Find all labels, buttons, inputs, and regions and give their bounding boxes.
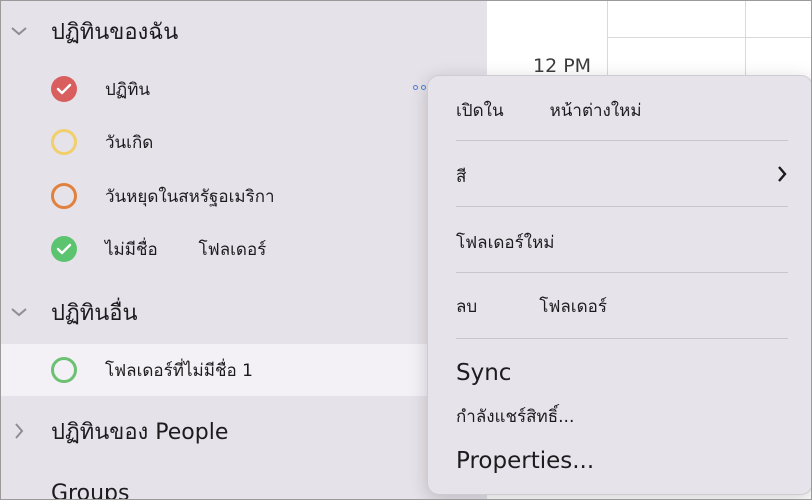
menu-item-label: โฟลเดอร์ใหม่ xyxy=(456,232,555,253)
calendar-label: วันหยุดในสหรัฐอเมริกา xyxy=(105,186,275,207)
section-title: ปฏิทินของ People xyxy=(51,419,229,445)
section-other-calendars[interactable]: ปฏิทินอื่น xyxy=(1,292,487,332)
menu-item-label: หน้าต่างใหม่ xyxy=(549,100,642,121)
menu-item-color[interactable]: สี xyxy=(456,162,788,190)
menu-item-properties[interactable]: Properties... xyxy=(456,444,788,478)
time-label: 12 PM xyxy=(533,55,592,77)
section-my-calendars[interactable]: ปฏิทินของฉัน xyxy=(1,11,487,51)
calendar-item-us-holidays[interactable]: วันหยุดในสหรัฐอเมริกา xyxy=(1,171,487,221)
menu-item-label: สี xyxy=(456,166,467,187)
section-groups[interactable]: Groups xyxy=(1,473,487,500)
menu-item-label: เปิดใน xyxy=(456,100,504,121)
menu-separator xyxy=(456,338,788,339)
chevron-right-icon[interactable] xyxy=(9,421,29,441)
menu-item-label: ลบ xyxy=(456,296,478,317)
calendar-label: วันเกิด xyxy=(105,132,154,153)
calendar-label: โฟลเดอร์ที่ไม่มีชื่อ 1 xyxy=(105,360,253,381)
calendar-item-untitled-folder-1[interactable]: โฟลเดอร์ที่ไม่มีชื่อ 1 xyxy=(1,344,487,396)
context-menu: เปิดใน หน้าต่างใหม่ สี โฟลเดอร์ใหม่ ลบ โ… xyxy=(427,75,811,495)
calendar-label: ไม่มีชื่อ โฟลเดอร์ xyxy=(105,236,266,263)
chevron-right-icon xyxy=(776,165,788,188)
calendar-sidebar: ปฏิทินของฉัน ปฏิทิน วันเกิด วันหยุดในสหร… xyxy=(1,1,487,499)
section-title: ปฏิทินของฉัน xyxy=(51,19,179,45)
calendar-checkbox[interactable] xyxy=(51,129,77,155)
menu-item-label: Sync xyxy=(456,360,512,386)
section-title: ปฏิทินอื่น xyxy=(51,300,138,326)
calendar-label-part: ไม่มีชื่อ xyxy=(105,239,158,260)
calendar-checkbox[interactable] xyxy=(51,357,77,383)
calendar-checkbox[interactable] xyxy=(51,236,77,262)
menu-item-label: โฟลเดอร์ xyxy=(539,296,607,317)
chevron-down-icon[interactable] xyxy=(9,21,29,41)
menu-item-new-folder[interactable]: โฟลเดอร์ใหม่ xyxy=(456,228,788,256)
grid-line xyxy=(607,37,811,38)
menu-separator xyxy=(456,206,788,207)
grid-line xyxy=(607,1,608,76)
grid-line xyxy=(745,1,746,76)
checkmark-icon xyxy=(56,83,72,95)
menu-item-sharing-permissions[interactable]: กำลังแชร์สิทธิ์... xyxy=(456,402,788,430)
calendar-item-untitled-folder[interactable]: ไม่มีชื่อ โฟลเดอร์ xyxy=(1,224,487,274)
menu-item-label: Properties... xyxy=(456,448,595,474)
calendar-item-birthdays[interactable]: วันเกิด xyxy=(1,117,487,167)
menu-item-open-in-new-window[interactable]: เปิดใน หน้าต่างใหม่ xyxy=(456,96,788,124)
menu-item-delete-folder[interactable]: ลบ โฟลเดอร์ xyxy=(456,292,788,320)
section-people-calendars[interactable]: ปฏิทินของ People xyxy=(1,411,487,451)
menu-item-label: กำลังแชร์สิทธิ์... xyxy=(456,406,575,427)
chevron-down-icon[interactable] xyxy=(9,302,29,322)
menu-separator xyxy=(456,140,788,141)
checkmark-icon xyxy=(56,243,72,255)
calendar-checkbox[interactable] xyxy=(51,183,77,209)
calendar-label-part: โฟลเดอร์ xyxy=(198,239,267,260)
section-title: Groups xyxy=(51,480,130,500)
calendar-label: ปฏิทิน xyxy=(105,79,151,100)
menu-separator xyxy=(456,272,788,273)
calendar-checkbox[interactable] xyxy=(51,76,77,102)
app-window: 12 PM ปฏิทินของฉัน ปฏิทิน วันเกิด วันหยุ… xyxy=(0,0,812,500)
menu-item-sync[interactable]: Sync xyxy=(456,356,788,390)
